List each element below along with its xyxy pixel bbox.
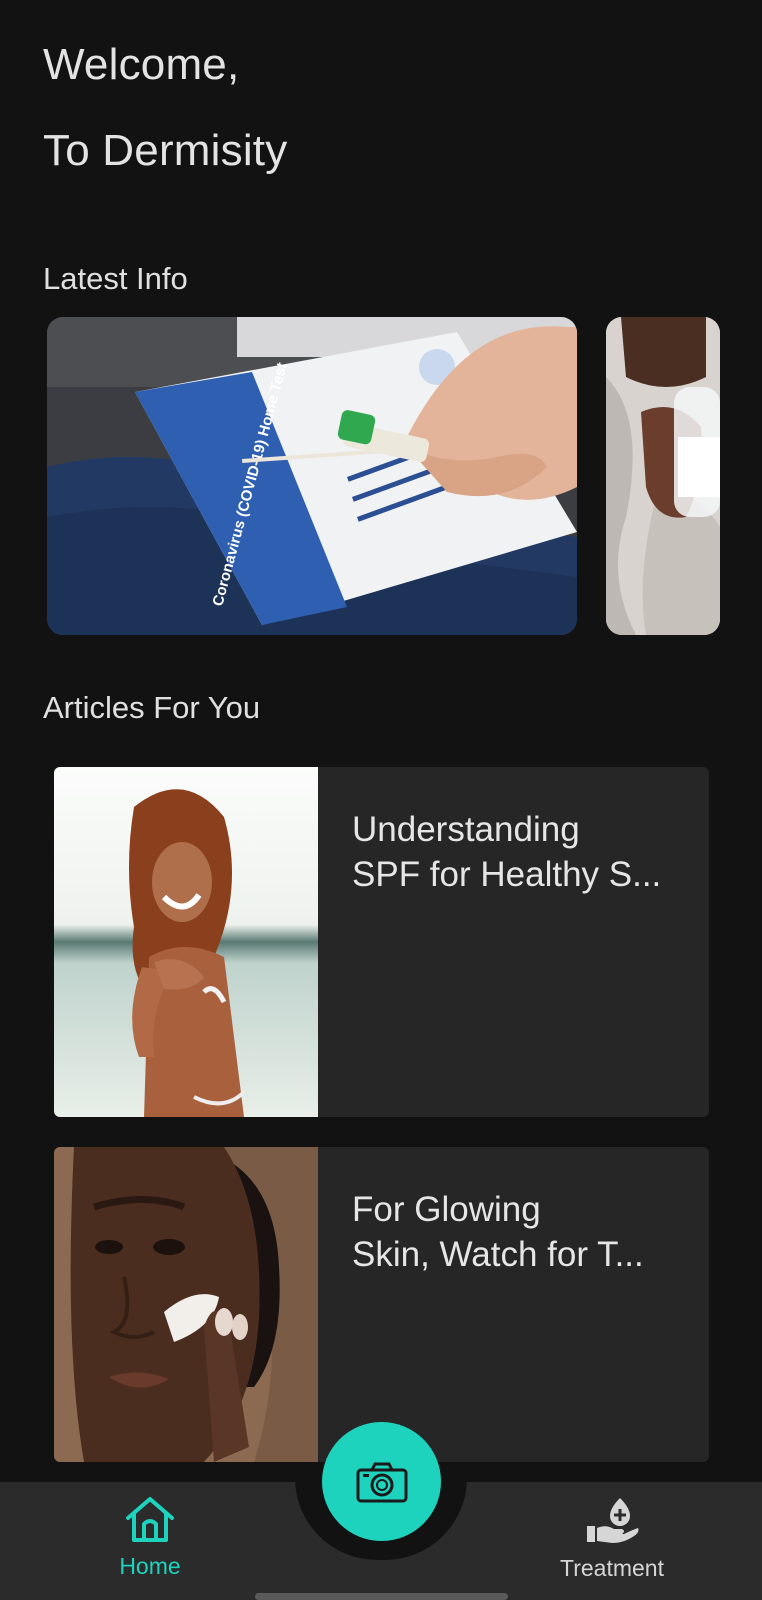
- nav-home[interactable]: Home: [108, 1496, 192, 1580]
- article-card-spf[interactable]: Understanding SPF for Healthy S...: [54, 767, 709, 1117]
- camera-icon: [356, 1462, 407, 1502]
- sunscreen-woman-photo: [54, 767, 318, 1117]
- article-thumbnail: [54, 767, 318, 1117]
- latest-info-title: Latest Info: [43, 261, 188, 296]
- treatment-hand-plus-icon: [587, 1498, 639, 1543]
- articles-title: Articles For You: [43, 690, 261, 725]
- nav-treatment-label: Treatment: [560, 1555, 664, 1581]
- home-icon: [126, 1497, 174, 1542]
- article-card-glowing-skin[interactable]: For Glowing Skin, Watch for T...: [54, 1147, 709, 1462]
- camera-scan-button[interactable]: [322, 1422, 441, 1541]
- face-cream-woman-photo: [54, 1147, 318, 1462]
- covid-test-photo: Coronavirus (COVID-19) Home Test: [47, 317, 577, 635]
- nav-home-label: Home: [119, 1553, 181, 1579]
- latest-info-card-covid-test[interactable]: Coronavirus (COVID-19) Home Test: [47, 317, 577, 635]
- latest-info-card-water[interactable]: [606, 317, 720, 635]
- article-thumbnail: [54, 1147, 318, 1462]
- nav-treatment[interactable]: Treatment: [552, 1496, 672, 1582]
- article-title: Understanding SPF for Healthy S...: [352, 810, 662, 894]
- app-name-heading: To Dermisity: [43, 126, 288, 175]
- welcome-heading: Welcome,: [43, 40, 240, 89]
- system-home-indicator[interactable]: [255, 1593, 508, 1600]
- article-title: For Glowing Skin, Watch for T...: [352, 1190, 644, 1274]
- water-glass-photo: [606, 317, 720, 635]
